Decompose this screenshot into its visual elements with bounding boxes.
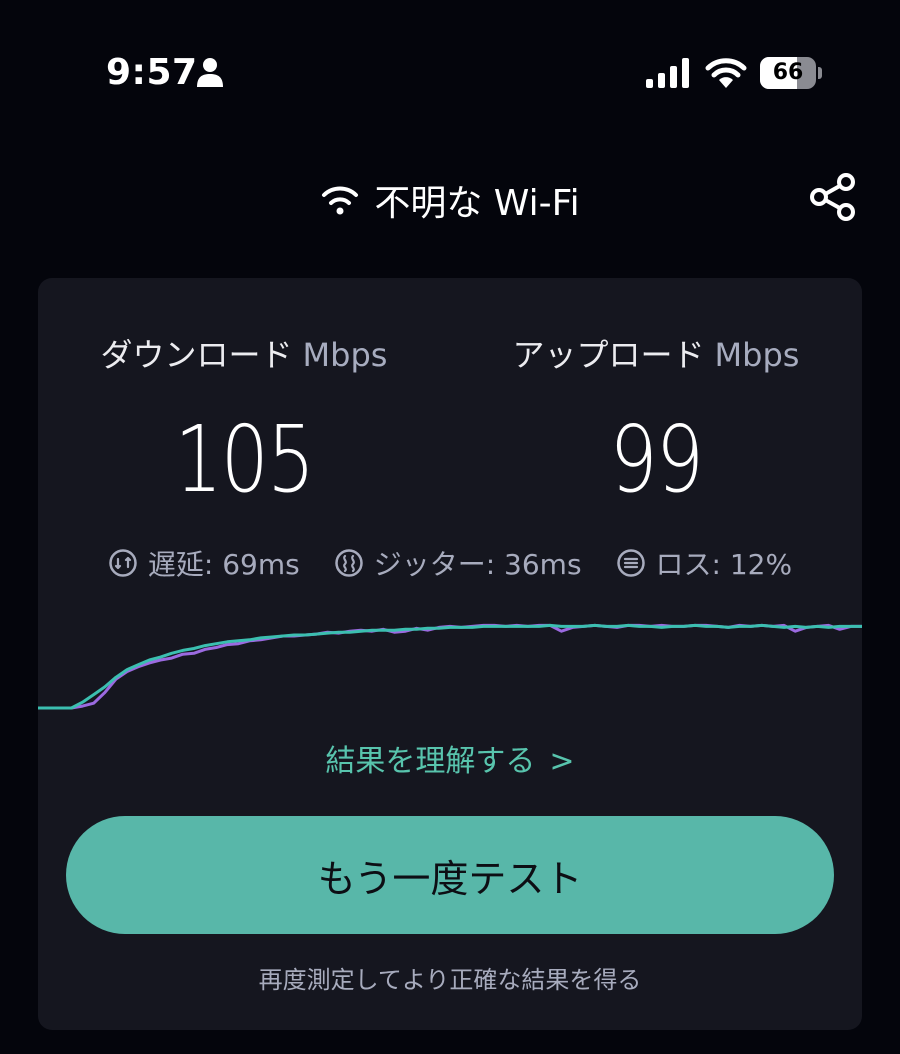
latency-text: 遅延: 69ms (147, 548, 300, 581)
latency-stat: 遅延: 69ms (108, 543, 300, 583)
results-card: ダウンロードMbps 105 アップロードMbps 99 遅延: 69ms (38, 278, 862, 1030)
share-icon[interactable] (806, 170, 860, 224)
jitter-stat: ジッター: 36ms (334, 543, 582, 583)
status-bar: 9:57 66 (0, 0, 900, 140)
speedtest-result-screen: 9:57 66 不明な Wi-Fi ダウンロード Mbps 105 アップロード… (0, 0, 900, 1054)
download-metric: ダウンロード Mbps 105 (38, 330, 450, 513)
retest-hint: 再度測定してより正確な結果を得る (258, 966, 642, 994)
jitter-icon (334, 549, 363, 577)
understand-results-link[interactable]: 結果を理解する > (38, 736, 862, 780)
loss-stat: ロス: 12% (616, 543, 793, 583)
battery-indicator: 66 (760, 57, 822, 89)
person-icon (197, 58, 223, 87)
upload-metric: アップロード Mbps 99 (450, 330, 862, 513)
packet-loss-icon (616, 549, 645, 577)
retest-button[interactable]: もう一度テスト (66, 816, 834, 934)
download-unit: Mbps (302, 336, 388, 374)
upload-label: アップロード (512, 336, 705, 374)
upload-unit: Mbps (714, 336, 800, 374)
status-time: 9:57 (106, 52, 198, 93)
jitter-text: ジッター: 36ms (373, 548, 582, 581)
understand-results-text: 結果を理解する (325, 744, 536, 779)
wifi-icon (322, 186, 359, 215)
header: 不明な Wi-Fi (0, 160, 900, 240)
upload-series-line (38, 623, 862, 710)
battery-level-text: 66 (772, 60, 804, 85)
download-value: 105 (174, 406, 315, 513)
network-name: 不明な Wi-Fi (374, 183, 580, 224)
network-title: 不明な Wi-Fi (0, 160, 900, 240)
cellular-signal-icon (646, 58, 689, 88)
latency-icon (109, 549, 137, 577)
wifi-status-icon (705, 58, 747, 88)
chevron-right-icon: > (549, 744, 575, 779)
upload-value: 99 (609, 406, 704, 513)
speed-chart (38, 623, 862, 710)
connection-stats: 遅延: 69ms ジッター: 36ms ロス: 12% (38, 540, 862, 586)
download-series-line (38, 623, 862, 710)
download-label: ダウンロード (100, 336, 293, 374)
loss-text: ロス: 12% (655, 548, 793, 581)
